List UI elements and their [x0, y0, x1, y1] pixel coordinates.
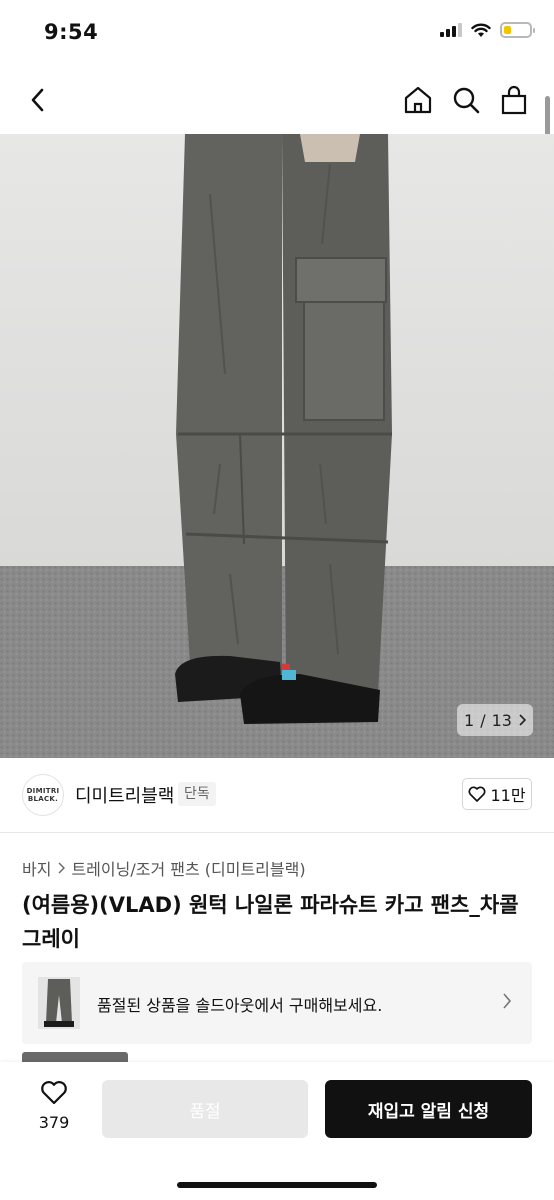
home-indicator: [177, 1182, 377, 1188]
image-counter-total: 13: [491, 710, 512, 730]
soldout-banner[interactable]: 품절된 상품을 솔드아웃에서 구매해보세요.: [22, 962, 532, 1044]
bottom-action-bar: 379 품절 재입고 알림 신청: [0, 1062, 554, 1200]
image-counter: 1 / 13: [457, 704, 533, 736]
wishlist-button[interactable]: 379: [30, 1080, 78, 1132]
heart-icon: [41, 1081, 67, 1105]
heart-icon: [468, 786, 486, 802]
product-image-gallery[interactable]: 1 / 13: [0, 134, 554, 758]
product-photo: [0, 134, 554, 758]
shopping-bag-icon: [501, 85, 527, 115]
image-counter-current: 1: [464, 710, 475, 730]
status-icons: [440, 22, 535, 38]
breadcrumb: 바지 트레이닝/조거 팬츠 (디미트리블랙): [22, 856, 306, 880]
wifi-icon: [471, 23, 491, 37]
soldout-button[interactable]: 품절: [102, 1080, 308, 1138]
brand-row: DIMITRI BLACK. 디미트리블랙 단독 11만: [0, 758, 554, 833]
top-nav: [0, 66, 554, 134]
wishlist-count: 379: [38, 1113, 70, 1132]
soldout-banner-text: 품절된 상품을 솔드아웃에서 구매해보세요.: [97, 996, 383, 1015]
brand-like-button[interactable]: 11만: [462, 778, 532, 810]
chevron-right-icon: [503, 993, 512, 1009]
chevron-right-icon: [519, 714, 526, 726]
product-title: (여름용)(VLAD) 원턱 나일론 파라슈트 카고 팬츠_차콜 그레이: [22, 893, 519, 951]
image-counter-separator: /: [480, 710, 486, 730]
cart-button[interactable]: [494, 80, 534, 120]
restock-alert-button[interactable]: 재입고 알림 신청: [325, 1080, 532, 1138]
status-time: 9:54: [44, 20, 99, 44]
search-icon: [453, 87, 480, 114]
exclusive-badge: 단독: [178, 782, 216, 806]
brand-like-count: 11만: [490, 786, 526, 805]
brand-name[interactable]: 디미트리블랙: [75, 782, 174, 808]
soldout-product-thumbnail: [38, 977, 80, 1029]
search-button[interactable]: [446, 80, 486, 120]
chevron-left-icon: [31, 88, 44, 112]
status-bar: 9:54: [0, 0, 554, 66]
chevron-right-icon: [58, 862, 66, 874]
breadcrumb-subcategory[interactable]: 트레이닝/조거 팬츠 (디미트리블랙): [71, 856, 305, 880]
cellular-signal-icon: [440, 23, 462, 37]
home-button[interactable]: [398, 80, 438, 120]
back-button[interactable]: [18, 80, 58, 120]
home-icon: [404, 86, 432, 114]
brand-logo[interactable]: DIMITRI BLACK.: [22, 774, 64, 816]
breadcrumb-category[interactable]: 바지: [22, 856, 51, 880]
brand-logo-line1: DIMITRI: [26, 787, 60, 795]
battery-icon: [500, 22, 535, 38]
related-thumbnails-peek: [22, 1052, 128, 1062]
brand-logo-line2: BLACK.: [27, 795, 59, 803]
